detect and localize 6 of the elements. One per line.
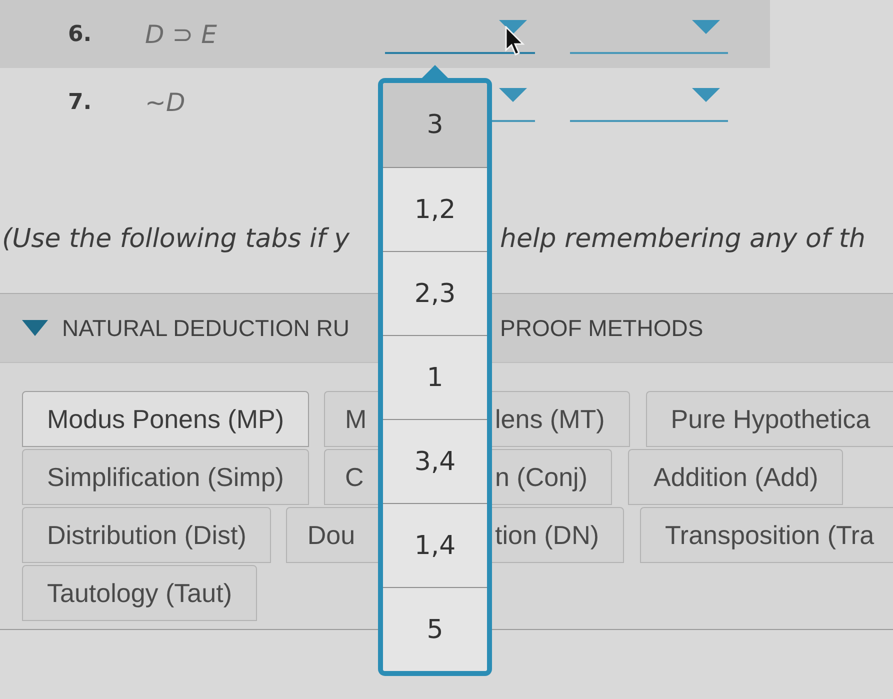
- line-number: 7.: [68, 90, 93, 114]
- formula-text: D ⊃ E: [145, 20, 218, 48]
- instruction-text: (Use the following tabs if y: [2, 224, 350, 254]
- instruction-text: help remembering any of th: [500, 224, 866, 254]
- line-number: 6.: [68, 22, 93, 46]
- formula-text: ~D: [145, 88, 186, 116]
